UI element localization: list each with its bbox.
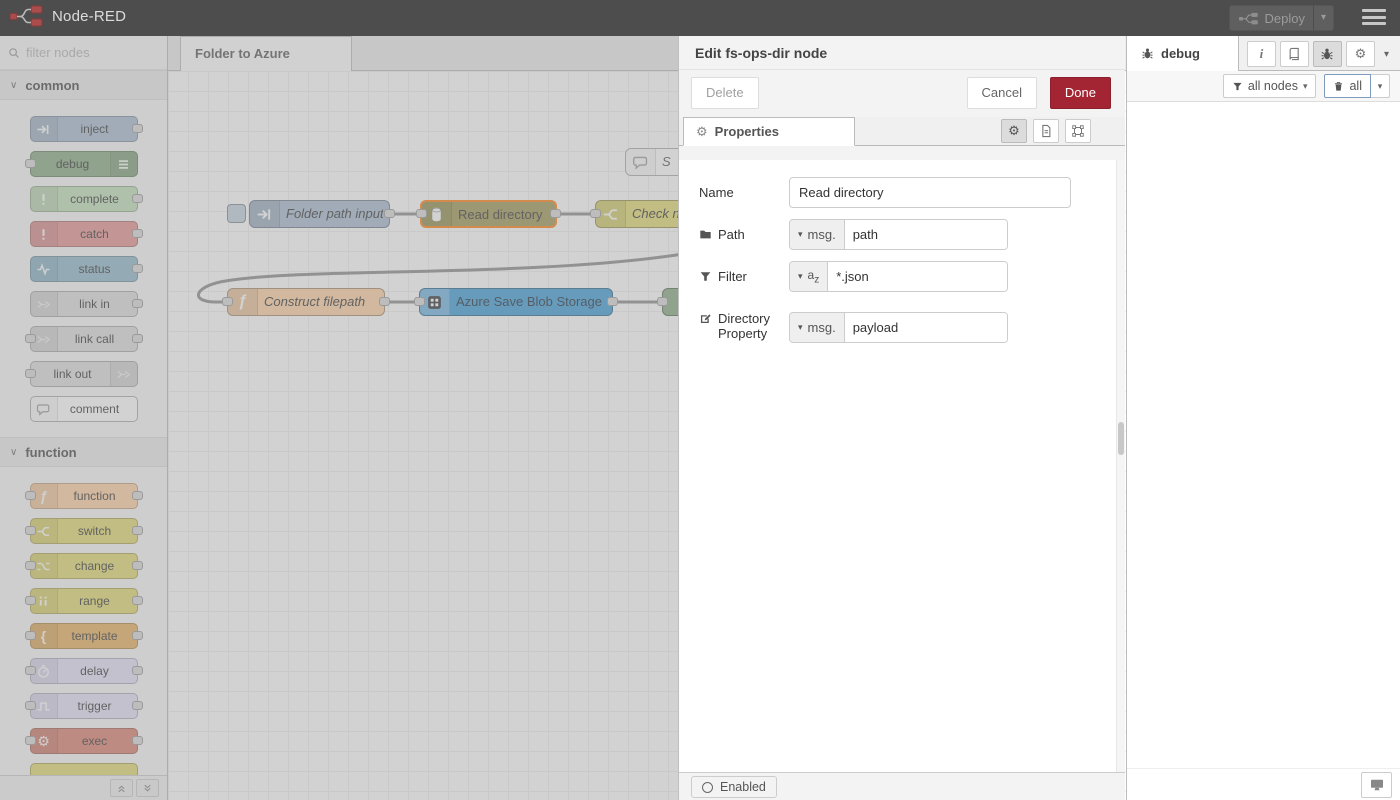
book-icon [1287, 47, 1301, 61]
debug-clear-options-button[interactable]: ▾ [1371, 74, 1390, 98]
path-field[interactable] [845, 220, 1007, 249]
info-icon: i [1260, 46, 1264, 62]
sidebar-tabbar: debug i ⚙ ▾ [1127, 36, 1400, 71]
debug-clear-button[interactable]: all [1324, 74, 1371, 98]
clear-button-label: all [1349, 79, 1362, 93]
path-label: Path [699, 219, 789, 250]
tab-label: Properties [715, 124, 779, 139]
tab-debug[interactable]: debug [1127, 36, 1239, 71]
node-red-logo: Node-RED [10, 4, 126, 28]
debug-filter-button[interactable]: all nodes ▾ [1223, 74, 1317, 98]
form-row-path: Path ▾ msg. [699, 219, 1102, 250]
node-red-logo-icon [10, 4, 44, 28]
node-appearance-button[interactable] [1065, 119, 1091, 143]
debug-messages-list [1127, 103, 1400, 768]
scrollbar-thumb[interactable] [1118, 422, 1124, 455]
form-row-filter: Filter ▾ az [699, 261, 1102, 292]
node-enabled-toggle[interactable]: Enabled [691, 776, 777, 798]
deploy-options-caret-icon[interactable]: ▾ [1313, 6, 1333, 30]
filter-field[interactable] [828, 262, 1007, 291]
node-settings-button[interactable]: ⚙ [1001, 119, 1027, 143]
open-debug-window-button[interactable] [1361, 772, 1392, 798]
cancel-button[interactable]: Cancel [967, 77, 1037, 109]
deploy-label: Deploy [1259, 11, 1313, 26]
delete-button[interactable]: Delete [691, 77, 759, 109]
edit-shade-overlay [0, 36, 678, 800]
caret-down-icon: ▾ [798, 229, 803, 240]
funnel-icon [1232, 81, 1243, 92]
debug-footer [1127, 768, 1400, 800]
edit-panel-tabs: ⚙ Properties ⚙ [679, 117, 1125, 146]
tab-properties[interactable]: ⚙ Properties [683, 117, 855, 146]
caret-down-icon: ▾ [798, 322, 803, 333]
form-row-name: Name [699, 177, 1102, 208]
deploy-nodes-icon [1239, 12, 1259, 25]
path-type-select[interactable]: ▾ msg. [790, 220, 845, 249]
form-row-directory-property: Directory Property ▾ msg. [699, 303, 1102, 343]
directory-property-field[interactable] [845, 313, 1007, 342]
gear-icon: ⚙ [1008, 123, 1020, 139]
sidebar-tabs-caret-icon[interactable]: ▾ [1379, 49, 1394, 60]
gear-icon: ⚙ [696, 124, 708, 140]
circle-icon [702, 782, 713, 793]
directory-property-label: Directory Property [699, 303, 799, 343]
node-description-button[interactable] [1033, 119, 1059, 143]
string-type-icon: az [808, 268, 820, 285]
path-typed-input: ▾ msg. [789, 219, 1008, 250]
edit-panel-title: Edit fs-ops-dir node [679, 36, 1125, 70]
app-title: Node-RED [52, 8, 126, 25]
selection-frame-icon [1071, 124, 1085, 138]
edit-form: Name Path ▾ msg. Filter [679, 160, 1116, 772]
done-button[interactable]: Done [1050, 77, 1111, 109]
filter-typed-input: ▾ az [789, 261, 1008, 292]
name-field[interactable] [789, 177, 1071, 208]
right-sidebar: debug i ⚙ ▾ all nodes ▾ all ▾ [1126, 36, 1400, 800]
help-tab-button[interactable] [1280, 41, 1309, 67]
sidebar-tab-label: debug [1161, 46, 1200, 61]
caret-down-icon: ▾ [1303, 81, 1308, 92]
edit-panel-toolbar: Delete Cancel Done [679, 70, 1125, 117]
enabled-label: Enabled [720, 780, 766, 794]
edit-panel-scrollbar[interactable] [1116, 160, 1125, 772]
bug-icon [1141, 47, 1154, 60]
config-tab-button[interactable]: ⚙ [1346, 41, 1375, 67]
debug-tab-button[interactable] [1313, 41, 1342, 67]
monitor-icon [1369, 777, 1385, 793]
document-icon [1039, 124, 1053, 138]
name-label: Name [699, 177, 789, 208]
main-menu-button[interactable] [1362, 9, 1386, 27]
filter-label: Filter [699, 261, 789, 292]
app-header: Node-RED Deploy ▾ [0, 0, 1400, 36]
filter-button-label: all nodes [1248, 79, 1298, 93]
bug-icon [1320, 47, 1334, 61]
edit-node-panel: Edit fs-ops-dir node Delete Cancel Done … [678, 36, 1125, 800]
directory-property-typed-input: ▾ msg. [789, 312, 1008, 343]
gear-icon: ⚙ [1355, 46, 1367, 62]
directory-property-type-select[interactable]: ▾ msg. [790, 313, 845, 342]
deploy-button[interactable]: Deploy ▾ [1229, 5, 1335, 31]
pencil-square-icon [699, 312, 712, 325]
info-tab-button[interactable]: i [1247, 41, 1276, 67]
edit-panel-footer: Enabled [679, 772, 1125, 800]
funnel-icon [699, 270, 712, 283]
trash-icon [1333, 81, 1344, 92]
debug-toolbar: all nodes ▾ all ▾ [1127, 71, 1400, 102]
folder-icon [699, 228, 712, 241]
filter-type-select[interactable]: ▾ az [790, 262, 828, 291]
caret-down-icon: ▾ [798, 271, 803, 282]
